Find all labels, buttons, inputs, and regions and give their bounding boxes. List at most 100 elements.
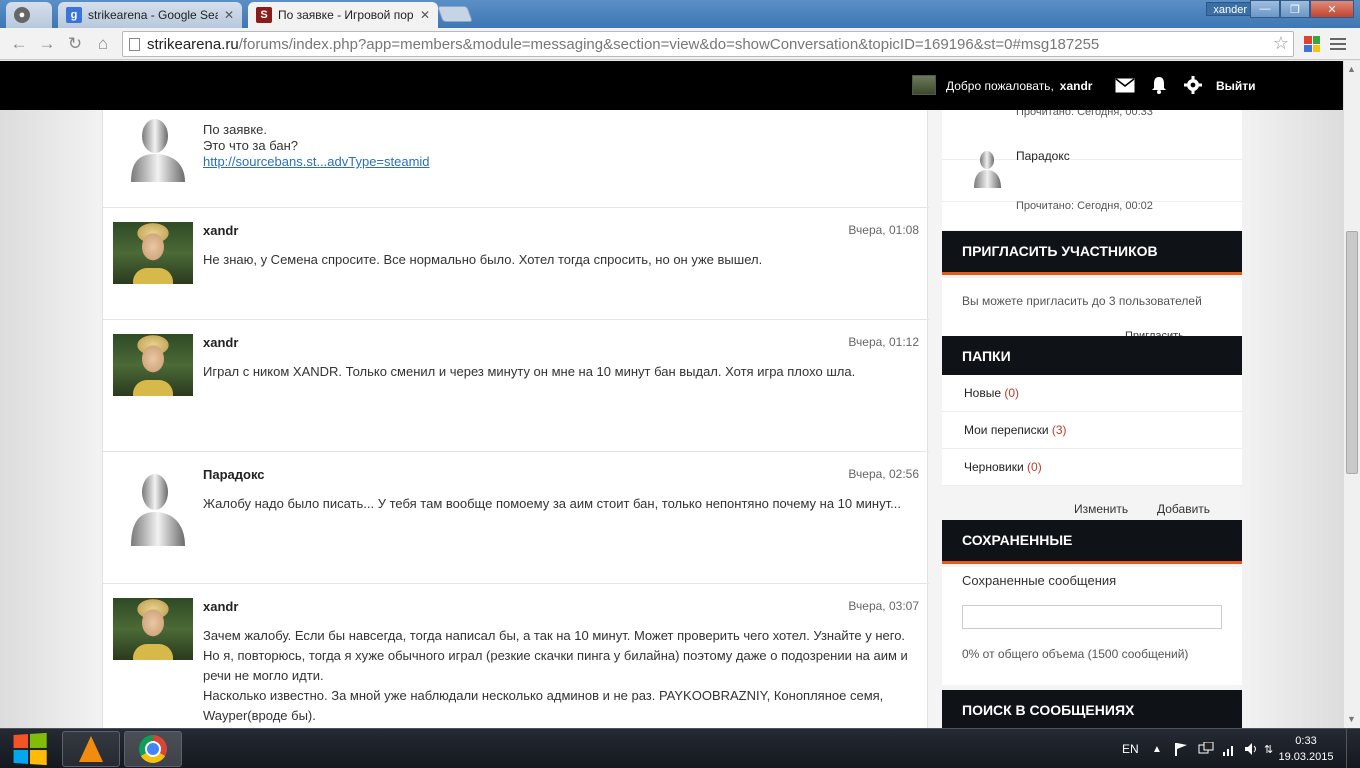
page-icon bbox=[129, 38, 140, 51]
add-folder-link[interactable]: Добавить bbox=[1157, 502, 1210, 516]
avatar[interactable] bbox=[113, 598, 193, 660]
post-author[interactable]: xandr bbox=[203, 223, 238, 238]
folder-label: Новые bbox=[964, 386, 1002, 400]
taskbar-chrome[interactable] bbox=[124, 731, 182, 767]
post-author[interactable]: xandr bbox=[203, 335, 238, 350]
home-button[interactable]: ⌂ bbox=[92, 33, 114, 55]
windows-logo-icon bbox=[13, 732, 47, 766]
start-button[interactable] bbox=[2, 731, 56, 767]
arrow-up-icon[interactable]: ▲ bbox=[1152, 729, 1162, 768]
extension-icon[interactable] bbox=[1304, 36, 1320, 52]
tab-title: strikearena - Google Search bbox=[88, 8, 218, 22]
browser-menu-icon[interactable] bbox=[1330, 36, 1346, 52]
clock-time: 0:33 bbox=[1295, 735, 1317, 747]
saved-usage-text: 0% от общего объема (1500 сообщений) bbox=[962, 647, 1189, 661]
browser-titlebar: ● g strikearena - Google Search ✕ S По з… bbox=[0, 0, 1360, 28]
language-indicator[interactable]: EN bbox=[1122, 729, 1139, 768]
tab-title: По заявке - Игровой пор bbox=[278, 8, 414, 22]
avatar[interactable] bbox=[113, 222, 193, 284]
welcome-text: Добро пожаловать, xandr bbox=[946, 79, 1092, 93]
taskbar-clock[interactable]: 0:33 19.03.2015 bbox=[1276, 733, 1336, 765]
folder-label: Мои переписки bbox=[964, 423, 1049, 437]
reload-button[interactable]: ↻ bbox=[64, 33, 86, 55]
vlc-icon bbox=[79, 736, 103, 762]
new-tab-button[interactable] bbox=[437, 6, 473, 22]
default-avatar bbox=[113, 468, 193, 546]
message-body: Жалобу надо было писать... У тебя там во… bbox=[203, 496, 901, 511]
site-header: Добро пожаловать, xandr Выйти bbox=[0, 61, 1343, 110]
edit-folders-link[interactable]: Изменить bbox=[1074, 502, 1128, 516]
saved-title: СОХРАНЕННЫЕ bbox=[942, 520, 1242, 564]
window-user-badge: xander bbox=[1206, 2, 1254, 16]
url-path: /forums/index.php?app=members&module=mes… bbox=[238, 35, 1100, 53]
bookmark-star-icon[interactable]: ☆ bbox=[1273, 33, 1289, 54]
invite-text-pre: Вы можете пригласить до bbox=[962, 294, 1109, 308]
forward-button[interactable]: → bbox=[36, 33, 58, 55]
scroll-down-icon[interactable]: ▼ bbox=[1347, 714, 1356, 724]
scroll-up-icon[interactable]: ▲ bbox=[1347, 64, 1356, 74]
message-body: Играл с ником XANDR. Только сменил и чер… bbox=[203, 364, 856, 379]
message-post: xandr Вчера, 01:08 Не знаю, у Семена спр… bbox=[103, 208, 929, 320]
post-date: Вчера, 01:12 bbox=[848, 335, 919, 349]
taskbar-vlc[interactable] bbox=[62, 731, 120, 767]
tab-settings[interactable]: ● bbox=[6, 2, 52, 28]
invite-text-post: пользователей bbox=[1115, 294, 1202, 308]
google-search-icon: g bbox=[66, 7, 82, 23]
scrollbar-thumb[interactable] bbox=[1346, 231, 1358, 474]
clock-date: 19.03.2015 bbox=[1278, 751, 1334, 763]
maximize-button[interactable]: ❐ bbox=[1280, 0, 1310, 18]
flag-icon[interactable] bbox=[1174, 729, 1188, 768]
address-bar[interactable]: strikearena.ru/forums/index.php?app=memb… bbox=[122, 31, 1294, 57]
folder-drafts[interactable]: Черновики (0) bbox=[942, 449, 1242, 486]
message-post: По заявке. Это что за бан? http://source… bbox=[103, 110, 929, 208]
logout-link[interactable]: Выйти bbox=[1216, 79, 1256, 93]
post-author[interactable]: Парадокс bbox=[203, 467, 265, 482]
post-author[interactable]: xandr bbox=[203, 599, 238, 614]
post-date: Вчера, 02:56 bbox=[848, 467, 919, 481]
default-avatar bbox=[113, 114, 193, 182]
back-button[interactable]: ← bbox=[8, 33, 30, 55]
page-scrollbar[interactable]: ▲ ▼ bbox=[1343, 61, 1360, 728]
bell-icon[interactable] bbox=[1148, 74, 1170, 96]
tab-active-conversation[interactable]: S По заявке - Игровой пор ✕ bbox=[248, 2, 438, 28]
folder-label: Черновики bbox=[964, 460, 1024, 474]
folders-title: ПАПКИ bbox=[942, 336, 1242, 380]
folder-new[interactable]: Новые (0) bbox=[942, 375, 1242, 412]
signal-icon[interactable] bbox=[1222, 729, 1236, 768]
sourcebans-link[interactable]: http://sourcebans.st...advType=steamid bbox=[203, 152, 923, 172]
message-paragraph: Насколько известно. За мной уже наблюдал… bbox=[203, 688, 884, 723]
mail-icon[interactable] bbox=[1114, 74, 1136, 96]
invite-title: ПРИГЛАСИТЬ УЧАСТНИКОВ bbox=[942, 231, 1242, 275]
show-desktop-button[interactable] bbox=[1346, 729, 1360, 768]
saved-label: Сохраненные сообщения bbox=[962, 573, 1117, 588]
tab-google-search[interactable]: g strikearena - Google Search ✕ bbox=[58, 2, 242, 28]
invite-block: Вы можете пригласить до 3 пользователей … bbox=[942, 278, 1242, 342]
message-body: Не знаю, у Семена спросите. Все нормальн… bbox=[203, 252, 763, 267]
avatar[interactable] bbox=[912, 75, 936, 95]
folder-my-conversations[interactable]: Мои переписки (3) bbox=[942, 412, 1242, 449]
participant-name[interactable]: Парадокс bbox=[1016, 149, 1070, 163]
folder-count: (3) bbox=[1051, 423, 1067, 437]
gear-icon[interactable] bbox=[1182, 74, 1204, 96]
network-icon[interactable] bbox=[1198, 729, 1214, 768]
volume-icon[interactable] bbox=[1244, 729, 1258, 768]
participant-read: Прочитано: Сегодня, 00:02 bbox=[942, 196, 1242, 230]
message-body: По заявке. Это что за бан? http://source… bbox=[203, 120, 923, 172]
strikearena-icon: S bbox=[256, 7, 272, 23]
sync-icon[interactable]: ⇅ bbox=[1264, 729, 1273, 768]
browser-toolbar: ← → ↻ ⌂ strikearena.ru/forums/index.php?… bbox=[0, 28, 1360, 60]
sidebar: Прочитано: Сегодня, 00:33 Парадокс Прочи… bbox=[942, 110, 1242, 728]
header-username[interactable]: xandr bbox=[1060, 79, 1093, 93]
tab-close-icon[interactable]: ✕ bbox=[414, 8, 430, 22]
invite-text: Вы можете пригласить до 3 пользователей bbox=[962, 294, 1202, 308]
search-title: ПОИСК В СООБЩЕНИЯХ bbox=[942, 690, 1242, 728]
tab-close-icon[interactable]: ✕ bbox=[218, 8, 234, 22]
close-window-button[interactable]: ✕ bbox=[1310, 0, 1354, 18]
url-host: strikearena.ru bbox=[147, 35, 239, 53]
avatar[interactable] bbox=[113, 334, 193, 396]
read-status: Прочитано: Сегодня, 00:02 bbox=[1016, 200, 1153, 212]
read-status: Прочитано: Сегодня, 00:33 bbox=[1016, 110, 1153, 118]
welcome-label: Добро пожаловать, bbox=[946, 79, 1054, 93]
message-post: xandr Вчера, 01:12 Играл с ником XANDR. … bbox=[103, 320, 929, 452]
minimize-button[interactable]: — bbox=[1250, 0, 1280, 18]
